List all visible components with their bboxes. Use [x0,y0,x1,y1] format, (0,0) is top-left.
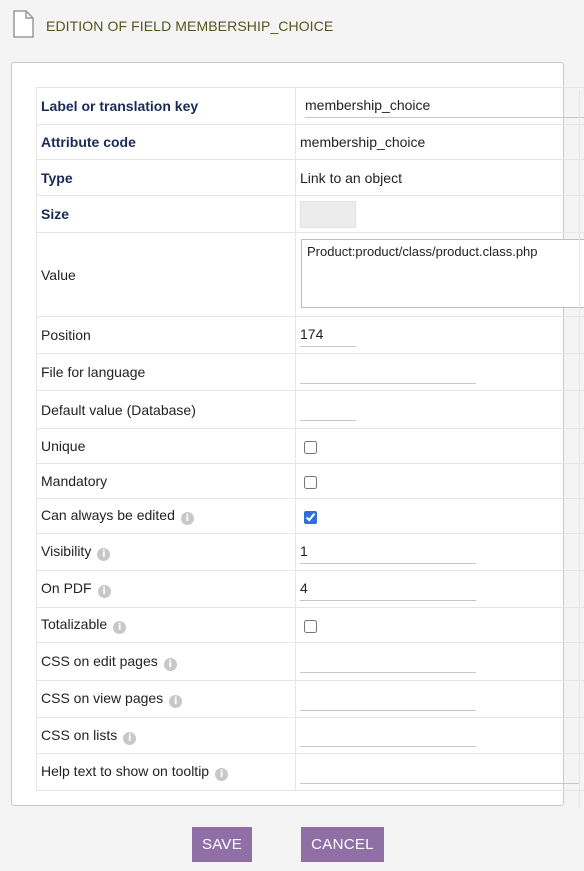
css-edit-input[interactable] [300,650,476,673]
help-tooltip-label: Help text to show on tooltip [41,763,210,779]
css-view-input[interactable] [300,687,476,711]
row-css-edit: CSS on edit pages i [36,642,584,681]
help-tooltip-input[interactable] [300,760,580,784]
default-value-input[interactable] [300,398,356,421]
row-unique: Unique [36,428,584,464]
label-key-label: Label or translation key [36,87,296,125]
always-editable-label: Can always be edited [41,507,175,523]
row-size: Size [36,195,584,233]
row-attribute-code: Attribute code membership_choice [36,124,584,160]
row-mandatory: Mandatory [36,463,584,499]
info-icon[interactable]: i [163,657,177,671]
row-css-view: CSS on view pages i [36,680,584,718]
table-right-divider [579,90,580,808]
cancel-button[interactable]: CANCEL [301,827,384,862]
css-edit-label: CSS on edit pages [41,652,158,669]
size-label: Size [36,195,296,233]
position-label: Position [36,316,296,354]
row-css-list: CSS on lists i [36,717,584,754]
type-value: Link to an object [295,159,584,196]
page-header: EDITION OF FIELD MEMBERSHIP_CHOICE [0,0,584,52]
css-list-input[interactable] [300,724,476,747]
size-input [300,200,356,228]
form-panel: Label or translation key Attribute code … [11,62,584,806]
totalizable-checkbox[interactable] [304,619,317,633]
default-value-label: Default value (Database) [36,390,296,429]
row-position: Position [36,316,584,354]
document-icon [13,10,34,38]
page-title: EDITION OF FIELD MEMBERSHIP_CHOICE [46,18,334,34]
info-icon[interactable]: i [215,768,229,781]
row-label-key: Label or translation key [36,87,584,125]
info-icon[interactable]: i [123,731,137,745]
info-icon[interactable]: i [97,548,111,561]
info-icon[interactable]: i [180,512,194,525]
position-input[interactable] [300,323,356,347]
css-view-label: CSS on view pages [41,690,164,706]
always-editable-checkbox[interactable] [304,510,317,524]
row-visibility: Visibility i [36,533,584,571]
field-form-table: Label or translation key Attribute code … [36,87,584,791]
type-label: Type [36,159,296,196]
row-value: Value Product:product/class/product.clas… [36,232,584,317]
unique-checkbox[interactable] [304,440,317,454]
visibility-label: Visibility [41,543,92,559]
save-button[interactable]: SAVE [192,827,252,862]
css-list-label: CSS on lists [41,726,118,743]
file-language-input[interactable] [300,360,476,384]
mandatory-checkbox[interactable] [304,475,317,489]
row-type: Type Link to an object [36,159,584,196]
row-file-language: File for language [36,353,584,391]
attribute-code-value: membership_choice [295,124,584,160]
value-label: Value [36,232,296,317]
row-totalizable: Totalizable i [36,607,584,643]
on-pdf-input[interactable] [300,577,476,601]
mandatory-label: Mandatory [36,463,296,499]
row-always-editable: Can always be edited i [36,498,584,534]
label-key-input[interactable] [305,94,584,118]
file-language-label: File for language [36,353,296,391]
info-icon[interactable]: i [113,621,127,634]
totalizable-label: Totalizable [41,616,108,632]
row-help-tooltip: Help text to show on tooltip i [36,753,584,791]
row-on-pdf: On PDF i [36,570,584,608]
info-icon[interactable]: i [97,585,111,598]
info-icon[interactable]: i [169,695,183,708]
value-textarea[interactable]: Product:product/class/product.class.php [301,238,584,308]
on-pdf-label: On PDF [41,580,92,596]
row-default-value: Default value (Database) [36,390,584,429]
unique-label: Unique [36,428,296,464]
visibility-input[interactable] [300,540,476,564]
attribute-code-label: Attribute code [36,124,296,160]
